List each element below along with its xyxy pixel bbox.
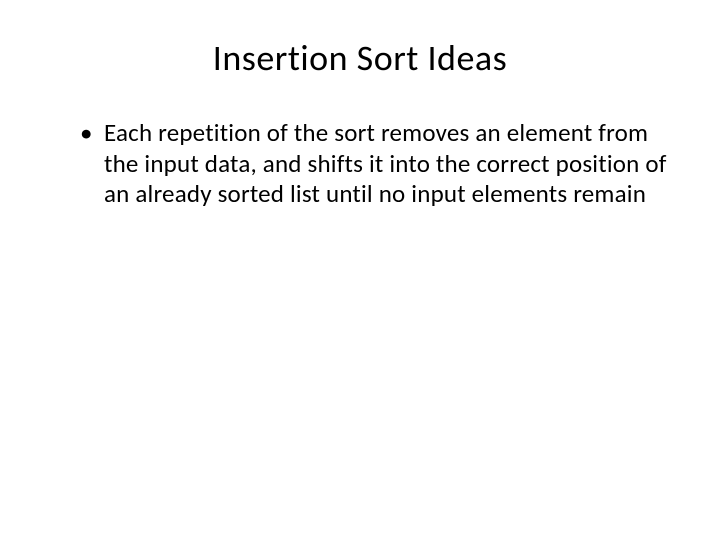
slide-container: Insertion Sort Ideas Each repetition of … <box>0 0 720 540</box>
bullet-list: Each repetition of the sort removes an e… <box>50 118 670 210</box>
slide-title: Insertion Sort Ideas <box>50 36 670 80</box>
bullet-item: Each repetition of the sort removes an e… <box>80 118 670 210</box>
